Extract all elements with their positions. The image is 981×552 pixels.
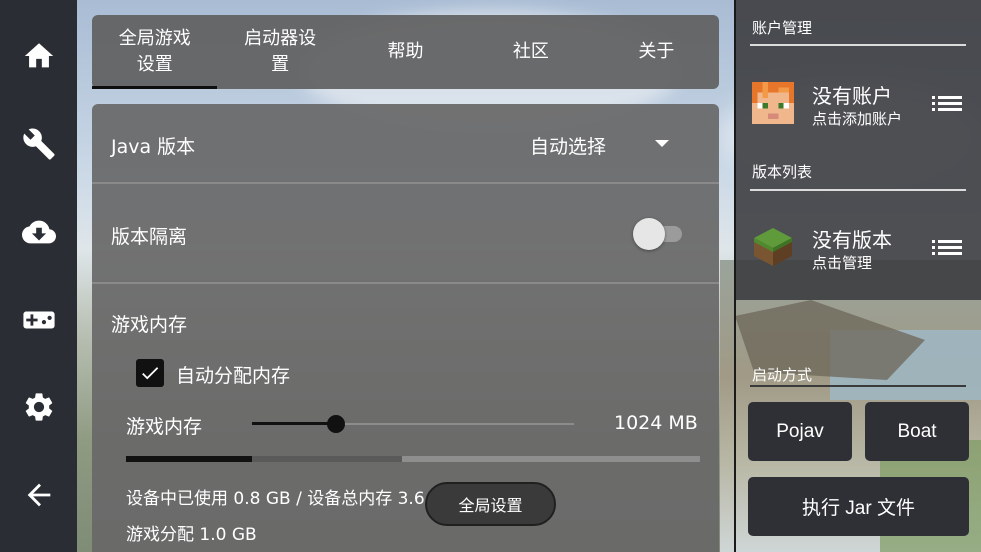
tab-label: 关于 (638, 41, 675, 62)
divider (750, 385, 966, 387)
list-menu-icon (932, 240, 962, 255)
toggle-thumb[interactable] (633, 218, 665, 250)
auto-alloc-label: 自动分配内存 (176, 365, 291, 387)
memory-slider-fill (252, 422, 336, 425)
tab-community[interactable]: 社区 (468, 15, 593, 89)
divider (750, 44, 966, 46)
memory-slider-thumb[interactable] (326, 415, 345, 433)
wrench-icon (22, 128, 55, 160)
launch-section-label: 启动方式 (752, 366, 813, 384)
right-panel: 账户管理 没有账户 点击添加账户 版本列表 没有版本 点击管理 启动方式 Poj… (734, 0, 981, 552)
tab-help[interactable]: 帮助 (343, 15, 468, 89)
divider (750, 189, 966, 191)
account-section-label: 账户管理 (752, 19, 813, 37)
settings-tab-bar: 全局游戏设置 启动器设置 帮助 社区 关于 (92, 15, 719, 89)
auto-alloc-checkbox[interactable] (136, 359, 164, 387)
tab-label: 帮助 (387, 41, 424, 62)
nav-home-button[interactable] (0, 26, 77, 86)
divider (92, 282, 719, 284)
version-entry[interactable]: 没有版本 点击管理 (734, 214, 979, 284)
tab-global-game-settings[interactable]: 全局游戏设置 (92, 15, 218, 89)
tab-label: 社区 (512, 41, 549, 62)
memory-used-bar (126, 456, 253, 462)
boat-launch-button[interactable]: Boat (865, 402, 969, 461)
java-version-select[interactable]: 自动选择 (530, 132, 606, 159)
run-jar-button[interactable]: 执行 Jar 文件 (748, 477, 969, 536)
grass-block-icon (754, 228, 792, 266)
nav-back-button[interactable] (0, 465, 77, 525)
back-arrow-icon (27, 483, 50, 507)
pojav-label: Pojav (776, 420, 824, 442)
gear-icon (25, 393, 52, 421)
account-menu-button[interactable] (932, 94, 962, 114)
nav-controls-button[interactable] (0, 290, 77, 350)
version-title: 没有版本 (812, 228, 892, 252)
settings-panel: Java 版本 自动选择 版本隔离 游戏内存 自动分配内存 游戏内存 1024 … (92, 104, 719, 552)
global-settings-toast: 全局设置 (425, 482, 556, 526)
gamepad-icon (22, 311, 55, 329)
version-menu-button[interactable] (932, 238, 962, 258)
nav-tools-button[interactable] (0, 114, 77, 174)
tab-about[interactable]: 关于 (594, 15, 719, 89)
pojav-launch-button[interactable]: Pojav (748, 402, 852, 461)
toast-label: 全局设置 (458, 496, 523, 515)
memory-section-label: 游戏内存 (111, 314, 188, 336)
tab-label: 启动器设置 (244, 28, 317, 75)
tab-label: 全局游戏设置 (118, 28, 191, 75)
account-entry[interactable]: 没有账户 点击添加账户 (734, 70, 979, 140)
game-memory-alloc-text: 游戏分配 1.0 GB (126, 525, 257, 545)
java-version-label: Java 版本 (111, 136, 196, 158)
left-nav (0, 0, 77, 552)
device-memory-usage-text: 设备中已使用 0.8 GB / 设备总内存 3.6 GB (126, 489, 455, 509)
avatar (752, 82, 794, 124)
chevron-down-icon (655, 140, 669, 147)
account-subtitle: 点击添加账户 (812, 110, 903, 128)
run-jar-label: 执行 Jar 文件 (802, 498, 915, 519)
cloud-download-icon (21, 220, 56, 244)
version-isolation-label: 版本隔离 (111, 226, 188, 248)
version-subtitle: 点击管理 (812, 254, 873, 272)
boat-label: Boat (897, 420, 937, 442)
check-icon (142, 367, 159, 380)
nav-download-button[interactable] (0, 202, 77, 262)
version-section-label: 版本列表 (752, 163, 813, 181)
list-menu-icon (932, 96, 962, 111)
tab-launcher-settings[interactable]: 启动器设置 (217, 15, 342, 89)
home-icon (24, 43, 53, 68)
account-title: 没有账户 (812, 84, 892, 108)
java-version-row[interactable]: Java 版本 自动选择 (92, 104, 719, 182)
nav-settings-button[interactable] (0, 377, 77, 437)
version-isolation-row: 版本隔离 (92, 184, 719, 282)
memory-slider-value: 1024 MB (614, 412, 698, 434)
memory-slider-label: 游戏内存 (126, 416, 203, 438)
